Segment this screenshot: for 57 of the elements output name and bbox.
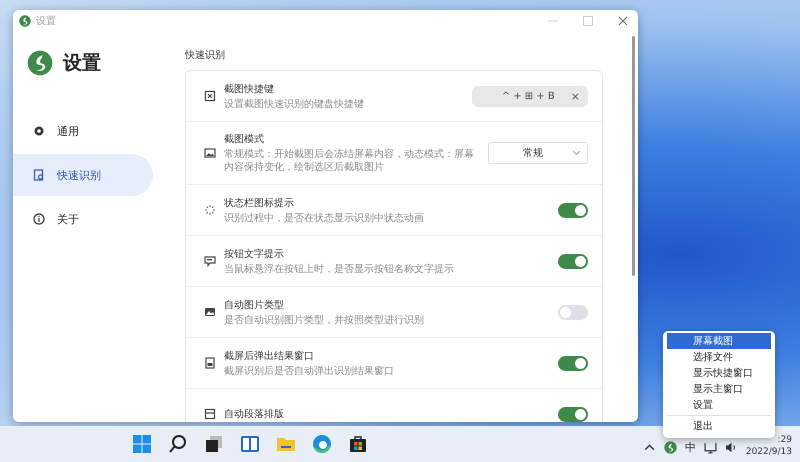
setting-title: 按钮文字提示 [224, 248, 285, 260]
store-icon[interactable] [348, 434, 368, 454]
crop-icon [204, 90, 216, 102]
menu-item[interactable]: 显示快捷窗口 [667, 365, 771, 381]
setting-description: 常规模式：开始截图后会冻结屏幕内容，动态模式：屏幕内容保持变化，绘制选区后截取图片 [224, 148, 475, 174]
setting-description: 截屏识别后是否自动弹出识别结果窗口 [224, 364, 395, 378]
app-logo-icon [19, 15, 31, 27]
clock-date: 2022/9/13 [746, 447, 792, 459]
image-icon [204, 147, 216, 159]
volume-icon[interactable] [724, 440, 738, 454]
setting-title: 自动段落排版 [224, 408, 285, 421]
setting-title: 截屏后弹出结果窗口 [224, 350, 315, 362]
network-icon[interactable] [704, 440, 717, 454]
tooltip-icon [204, 255, 216, 267]
input-method-indicator[interactable]: 中 [684, 440, 696, 454]
shortcut-field[interactable]: ^ + ⊞ + B × [472, 86, 588, 106]
photos-icon [204, 306, 216, 318]
mode-dropdown[interactable]: 常规 [488, 142, 588, 164]
toggle-switch[interactable] [558, 254, 588, 268]
menu-item[interactable]: 设置 [667, 397, 771, 413]
sidebar-heading: 设置 [63, 51, 101, 76]
menu-item[interactable]: 选择文件 [667, 349, 771, 365]
scrollbar[interactable] [632, 36, 635, 276]
menu-item[interactable]: 屏幕截图 [667, 333, 771, 349]
task-view-icon[interactable] [204, 434, 224, 454]
window-icon [204, 357, 216, 369]
setting-description: 当鼠标悬浮在按钮上时，是否显示按钮名称文字提示 [224, 262, 455, 276]
sidebar-item[interactable]: 快速识别 [13, 154, 153, 196]
setting-title: 状态栏图标提示 [224, 196, 295, 210]
info-icon [33, 213, 45, 225]
app-logo-icon [664, 440, 677, 454]
clock-time: :29 [778, 435, 792, 447]
setting-description: 设置截图快速识别的键盘快捷键 [224, 98, 365, 110]
start-icon[interactable] [132, 434, 152, 454]
toggle-switch[interactable] [558, 304, 588, 320]
setting-description: 是否自动识别图片类型，并按照类型进行识别 [224, 314, 425, 326]
browser-icon[interactable] [312, 434, 332, 454]
spinner-icon [204, 204, 216, 216]
search-icon[interactable] [168, 434, 188, 454]
sidebar-item[interactable]: 关于 [13, 198, 153, 240]
app-logo-icon [27, 50, 53, 76]
window-title: 设置 [36, 14, 57, 28]
section-title: 快速识别 [185, 48, 226, 62]
setting-title: 截图快捷键 [224, 82, 275, 96]
setting-title: 截图模式 [224, 132, 265, 146]
toggle-switch[interactable] [558, 406, 588, 422]
menu-item[interactable]: 显示主窗口 [667, 381, 771, 397]
toggle-switch[interactable] [558, 202, 588, 218]
layout-icon [204, 408, 216, 420]
menu-item[interactable]: 退出 [667, 418, 771, 434]
chevron-down-icon [572, 150, 581, 156]
sidebar-item[interactable]: 通用 [13, 110, 153, 152]
toggle-switch[interactable] [558, 356, 588, 370]
widgets-icon[interactable] [240, 434, 260, 454]
document-icon [33, 169, 45, 181]
setting-title: 自动图片类型 [224, 298, 285, 312]
setting-description: 识别过程中，是否在状态显示识别中状态动画 [224, 212, 425, 224]
